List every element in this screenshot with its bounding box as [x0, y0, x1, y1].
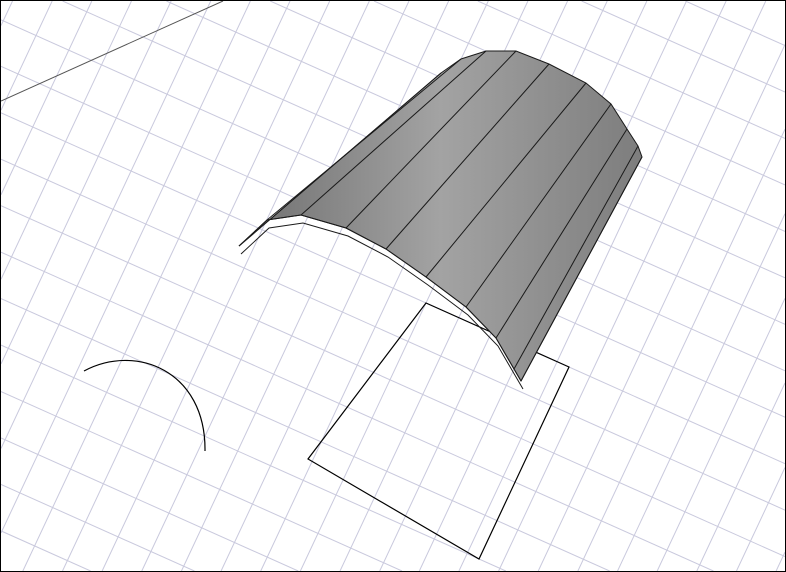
grid-line: [62, 1, 331, 571]
grid-line: [1, 1, 53, 111]
grid-line: [101, 1, 370, 571]
scene-canvas[interactable]: [1, 1, 785, 571]
grid-line: [617, 213, 785, 571]
arc-sketch[interactable]: [83, 359, 206, 452]
grid-line: [736, 467, 785, 571]
grid-line: [1, 530, 91, 571]
barrel-vault-model[interactable]: [238, 50, 643, 390]
grid-line: [685, 1, 785, 47]
grid-line: [1, 251, 714, 571]
grid-line: [141, 1, 410, 571]
grid-line: [656, 298, 785, 571]
grid-line: [1, 1, 132, 280]
vault-surface[interactable]: [238, 50, 643, 383]
ground-grid: [1, 1, 785, 571]
grid-line: [1, 1, 13, 26]
3d-viewport[interactable]: [0, 0, 786, 572]
grid-line: [22, 1, 291, 571]
grid-line: [581, 1, 785, 93]
grid-line: [1, 1, 251, 534]
grid-line: [1, 483, 195, 571]
axis-line: [1, 1, 224, 102]
